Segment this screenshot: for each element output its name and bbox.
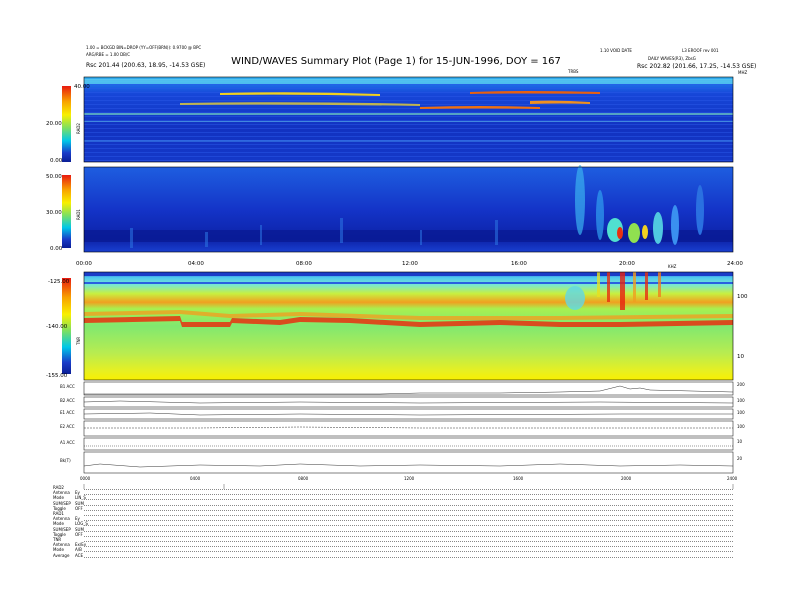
status-value: OFF <box>75 531 83 537</box>
tnr-tick-mid: -140.00 <box>46 324 68 330</box>
status-value: A/B <box>75 547 82 553</box>
status-dotted-line <box>84 489 733 490</box>
status-dotted-line <box>84 509 733 511</box>
bottom-tick-3: 1200 <box>404 476 415 481</box>
line-right-bk: 20 <box>737 456 743 461</box>
status-dotted-line <box>84 530 733 532</box>
status-dotted-line <box>84 520 733 522</box>
status-value: SUM <box>75 526 84 532</box>
khz-unit-label: KHZ <box>668 264 677 269</box>
rad2-tick-top: 40.00 <box>74 84 90 90</box>
rad1-colorbar <box>62 175 71 248</box>
bottom-tick-6: 2400 <box>727 476 738 481</box>
line-right-e2: 100 <box>737 424 745 429</box>
rad2-colorbar <box>62 86 71 162</box>
tnr-tick-bottom: -155.00 <box>46 373 68 379</box>
line-right-b1: 200 <box>737 382 745 387</box>
time-tick-2: 08:00 <box>296 261 312 267</box>
status-dotted-line <box>84 515 733 516</box>
status-value: SUM <box>75 500 84 506</box>
line-label-bk: Bk(T) <box>60 458 71 463</box>
status-value: ACE <box>75 552 83 558</box>
rad1-tick-bottom: 0.00 <box>50 246 63 252</box>
status-name: Mode <box>53 547 64 553</box>
bottom-tick-2: 0800 <box>298 476 309 481</box>
time-tick-5: 20:00 <box>619 261 635 267</box>
status-name: Average <box>53 552 70 558</box>
rad1-label: RAD1 <box>76 209 81 220</box>
time-tick-4: 16:00 <box>511 261 527 267</box>
bottom-tick-4: 1600 <box>513 476 524 481</box>
time-tick-1: 04:00 <box>188 261 204 267</box>
b2-panel <box>83 396 734 408</box>
bottom-tick-5: 2000 <box>621 476 632 481</box>
line-label-b2: B2 ACC <box>60 398 75 403</box>
status-dotted-line <box>84 535 733 537</box>
status-dotted-line <box>84 556 733 558</box>
status-name: SUM/SEP <box>53 526 71 532</box>
rad1-tick-top: 50.00 <box>46 174 62 180</box>
status-name: Mode <box>53 495 64 501</box>
rad2-tick-mid: 20.00 <box>46 121 62 127</box>
status-name: Mode <box>53 521 64 527</box>
rad2-tick-bottom: 0.00 <box>50 158 63 164</box>
status-dotted-line <box>84 546 733 548</box>
bottom-tick-0: 0000 <box>80 476 91 481</box>
line-label-b1: B1 ACC <box>60 384 75 389</box>
line-label-e2: E2 ACC <box>60 424 75 429</box>
status-dotted-line <box>84 494 733 496</box>
line-right-b2: 100 <box>737 398 745 403</box>
status-dotted-line <box>84 541 733 542</box>
line-label-e1: E1 ACC <box>60 410 75 415</box>
status-dotted-line <box>84 499 733 501</box>
tnr-right-tick-10: 10 <box>737 354 744 360</box>
status-dotted-line <box>84 525 733 527</box>
tnr-right-tick-100: 100 <box>737 294 748 300</box>
status-dotted-line <box>84 551 733 553</box>
status-value: OFF <box>75 505 83 511</box>
line-right-e1: 100 <box>737 410 745 415</box>
rad1-tick-mid: 30.00 <box>46 210 62 216</box>
status-name: SUM/SEP <box>53 500 71 506</box>
tnr-tick-top: -125.00 <box>48 279 70 285</box>
bottom-tick-1: 0400 <box>190 476 201 481</box>
line-right-a1: 10 <box>737 439 743 444</box>
a1-panel <box>83 437 734 451</box>
status-dotted-line <box>84 504 733 506</box>
bk-panel <box>83 451 734 474</box>
line-label-a1: A1 ACC <box>60 440 75 445</box>
tnr-label: TNR <box>76 337 81 346</box>
e2-panel <box>83 420 734 437</box>
time-tick-6: 24:00 <box>727 261 743 267</box>
rad2-label: RAD2 <box>76 123 81 134</box>
time-tick-0: 00:00 <box>76 261 92 267</box>
time-tick-3: 12:00 <box>402 261 418 267</box>
